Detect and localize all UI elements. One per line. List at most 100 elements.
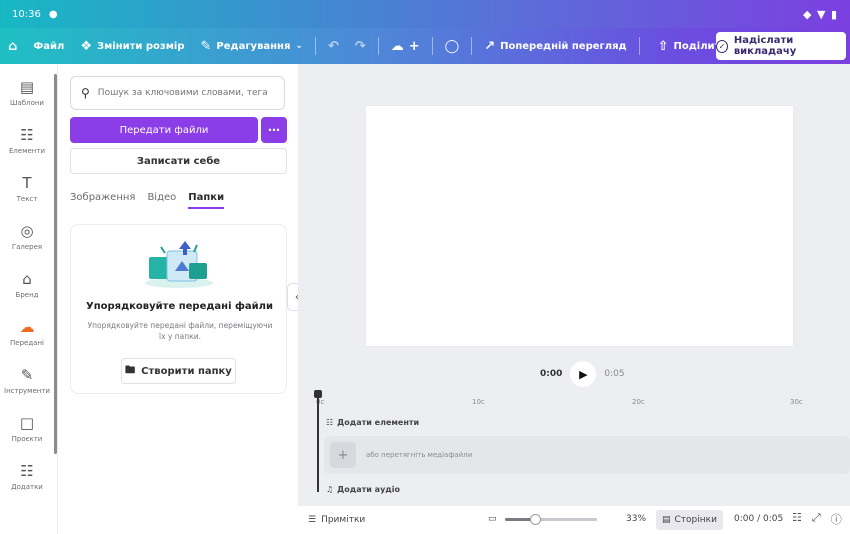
timeline-ruler: 0с 10с 20с 30с — [310, 396, 840, 410]
empty-title: Упорядковуйте передані файли — [86, 301, 273, 312]
zoom-control: ▭ — [488, 513, 597, 525]
zoom-slider[interactable] — [504, 513, 597, 525]
preview-button[interactable]: ↗ Попередній перегляд — [476, 28, 634, 64]
rail-label: Шаблони — [10, 99, 44, 107]
rail-scrollbar[interactable] — [54, 74, 57, 454]
uploads-panel: ⚲ Передати файли ⋯ Записати себе Зображе… — [58, 64, 298, 534]
undo-icon: ↶ — [327, 38, 339, 54]
camera-icon: ◎ — [20, 222, 34, 240]
grid-view-icon[interactable]: ☷ — [792, 511, 802, 527]
elements-icon: ☷ — [326, 418, 334, 427]
resize-button[interactable]: ❖ Змінити розмір — [72, 28, 192, 64]
current-time: 0:00 — [540, 369, 563, 379]
play-icon: ▶ — [579, 367, 588, 381]
tab-images[interactable]: Зображення — [70, 192, 135, 209]
upload-files-button[interactable]: Передати файли — [70, 117, 258, 143]
zoom-slider-knob[interactable] — [529, 513, 541, 525]
tab-folders[interactable]: Папки — [188, 192, 225, 209]
rail-item-text[interactable]: T Текст — [0, 174, 54, 203]
bottom-bar: ☰ Примітки ▭ 33% ▤ Сторінки 0:00 / 0:05 … — [298, 506, 850, 534]
rail-item-gallery[interactable]: ◎ Галерея — [0, 222, 54, 251]
empty-description: Упорядковуйте передані файли, переміщуюч… — [87, 321, 273, 341]
media-drop-zone[interactable]: + або перетягніть медіафайли — [324, 436, 850, 474]
rail-label: Передані — [10, 339, 44, 347]
text-icon: T — [22, 174, 32, 192]
create-folder-button[interactable]: 🖿 Створити папку — [121, 358, 236, 384]
record-yourself-button[interactable]: Записати себе — [70, 148, 287, 174]
system-icons: ◆ ▼ ▮ — [803, 7, 838, 21]
plus-icon: + — [408, 38, 420, 54]
rail-label: Додатки — [11, 483, 43, 491]
comment-button[interactable]: ◯ — [437, 28, 468, 64]
add-elements-label: Додати елементи — [337, 418, 420, 427]
more-options-button[interactable]: ⋯ — [261, 117, 287, 143]
fullscreen-icon[interactable]: ⤢ — [812, 511, 821, 527]
undo-button[interactable]: ↶ — [320, 28, 347, 64]
add-audio-button[interactable]: ♫ Додати аудіо — [326, 485, 400, 494]
preview-label: Попередній перегляд — [500, 40, 627, 52]
playhead[interactable] — [317, 392, 319, 492]
redo-button[interactable]: ↷ — [347, 28, 374, 64]
duration-readout: 0:00 / 0:05 — [734, 514, 784, 524]
rail-item-apps[interactable]: ☷ Додатки — [0, 462, 54, 491]
notes-label: Примітки — [321, 515, 366, 525]
search-box[interactable]: ⚲ — [70, 76, 285, 110]
plus-icon: + — [337, 447, 349, 463]
rail-label: Галерея — [11, 243, 43, 251]
templates-icon: ▤ — [19, 78, 35, 96]
media-tabs: Зображення Відео Папки — [70, 192, 225, 209]
home-button[interactable]: ⌂ — [0, 28, 25, 64]
submit-label: Надіслати викладачу — [733, 35, 797, 57]
rail-item-projects[interactable]: □ Проєкти — [0, 414, 54, 443]
toolbar-divider — [638, 37, 640, 55]
search-input[interactable] — [97, 88, 268, 98]
editing-menu[interactable]: ✎ Редагування ⌄ — [192, 28, 310, 64]
elements-icon: ☷ — [20, 126, 34, 144]
rail-item-brand[interactable]: ⌂ Бренд — [0, 270, 54, 299]
add-audio-label: Додати аудіо — [337, 485, 400, 494]
rail-label: Проєкти — [11, 435, 43, 443]
check-circle-icon: ✓ — [716, 39, 728, 53]
submit-to-teacher-button[interactable]: ✓ Надіслати викладачу — [716, 32, 846, 60]
toolbar-divider — [377, 37, 379, 55]
apps-icon: ☷ — [20, 462, 34, 480]
chevron-down-icon: ⌄ — [295, 40, 303, 51]
toolbar-divider — [314, 37, 316, 55]
notes-button[interactable]: ☰ Примітки — [308, 515, 365, 525]
play-button[interactable]: ▶ — [570, 361, 597, 387]
pages-button[interactable]: ▤ Сторінки — [656, 510, 723, 530]
add-media-button[interactable]: + — [330, 442, 356, 468]
resize-icon: ❖ — [80, 38, 92, 54]
monitor-icon: ▭ — [488, 514, 497, 524]
zoom-percent[interactable]: 33% — [626, 514, 646, 524]
brand-icon: ⌂ — [22, 270, 32, 288]
folders-illustration-icon — [145, 241, 213, 288]
clock: 10:36 — [12, 8, 41, 20]
pages-icon: ▤ — [662, 515, 671, 525]
resize-label: Змінити розмір — [96, 40, 185, 52]
drop-hint: або перетягніть медіафайли — [366, 451, 473, 459]
folder-icon: □ — [19, 414, 35, 432]
rail-item-uploads[interactable]: ☁ Передані — [0, 318, 54, 347]
rail-item-tools[interactable]: ✎ Інструменти — [0, 366, 54, 395]
search-icon: ⚲ — [81, 86, 90, 100]
design-page[interactable] — [366, 106, 793, 346]
rail-item-templates[interactable]: ▤ Шаблони — [0, 78, 54, 107]
notification-icon: ● — [48, 8, 58, 20]
file-menu[interactable]: Файл — [25, 28, 72, 64]
folder-plus-icon: 🖿 — [125, 364, 136, 376]
add-elements-button[interactable]: ☷ Додати елементи — [326, 418, 419, 427]
redo-icon: ↷ — [354, 38, 366, 54]
playhead-handle[interactable] — [314, 390, 322, 398]
cloud-save-button[interactable]: ☁ + — [383, 28, 428, 64]
top-toolbar: ⌂ Файл ❖ Змінити розмір ✎ Редагування ⌄ … — [0, 28, 850, 64]
rail-item-elements[interactable]: ☷ Елементи — [0, 126, 54, 155]
playback-controls: 0:00 ▶ 0:05 — [540, 361, 625, 387]
tab-videos[interactable]: Відео — [147, 192, 176, 209]
comment-icon: ◯ — [444, 38, 460, 54]
editing-label: Редагування — [216, 40, 291, 52]
view-controls: ☷ ⤢ ⓘ — [792, 511, 842, 527]
total-time: 0:05 — [604, 369, 625, 379]
help-icon[interactable]: ⓘ — [831, 511, 842, 527]
left-nav-rail: ▤ Шаблони ☷ Елементи T Текст ◎ Галерея ⌂… — [0, 64, 58, 534]
